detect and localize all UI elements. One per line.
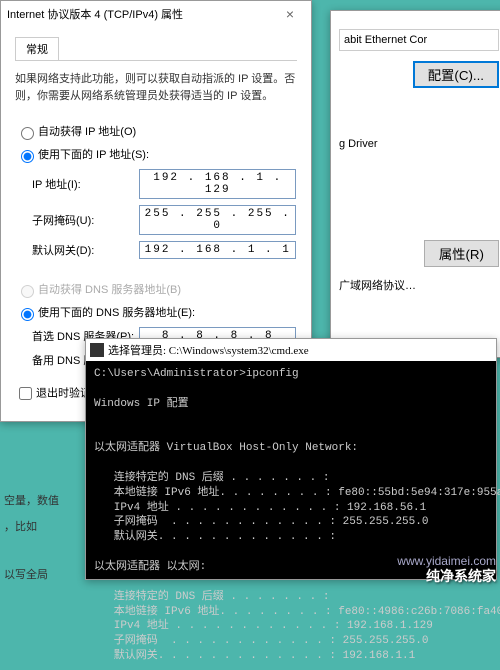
- dialog-titlebar[interactable]: Internet 协议版本 4 (TCP/IPv4) 属性 ×: [1, 1, 311, 27]
- radio-auto-ip[interactable]: [21, 127, 34, 140]
- bg-text-2: ，比如: [4, 518, 37, 534]
- gateway-input[interactable]: 192 . 168 . 1 . 1: [139, 241, 296, 259]
- dialog-description: 如果网络支持此功能，则可以获取自动指派的 IP 设置。否则，你需要从网络系统管理…: [15, 71, 297, 104]
- subnet-mask-input[interactable]: 255 . 255 . 255 . 0: [139, 205, 296, 235]
- driver-name: g Driver: [339, 138, 499, 150]
- cmd-window: 选择管理员: C:\Windows\system32\cmd.exe C:\Us…: [85, 338, 497, 580]
- wan-label: 广域网络协议…: [339, 277, 499, 293]
- radio-manual-ip[interactable]: [21, 150, 34, 163]
- validate-checkbox[interactable]: [19, 387, 32, 400]
- bg-text-1: 空量，数值: [4, 492, 59, 508]
- ip-address-input[interactable]: 192 . 168 . 1 . 129: [139, 169, 296, 199]
- bg-text-3: 以写全局: [4, 566, 48, 582]
- configure-button[interactable]: 配置(C)...: [413, 61, 499, 88]
- radio-auto-dns: [21, 285, 34, 298]
- properties-button[interactable]: 属性(R): [424, 240, 499, 267]
- dialog-title: Internet 协议版本 4 (TCP/IPv4) 属性: [7, 6, 275, 22]
- cmd-icon: [90, 343, 104, 357]
- adapter-properties-window: abit Ethernet Cor 配置(C)... g Driver 属性(R…: [330, 10, 500, 358]
- close-icon[interactable]: ×: [275, 6, 305, 22]
- adapter-name: abit Ethernet Cor: [339, 29, 499, 51]
- watermark-brand: 纯净系统家: [426, 566, 496, 586]
- tab-general[interactable]: 常规: [15, 37, 59, 60]
- cmd-titlebar[interactable]: 选择管理员: C:\Windows\system32\cmd.exe: [86, 339, 496, 361]
- cmd-output[interactable]: C:\Users\Administrator>ipconfig Windows …: [86, 361, 496, 670]
- radio-manual-dns[interactable]: [21, 308, 34, 321]
